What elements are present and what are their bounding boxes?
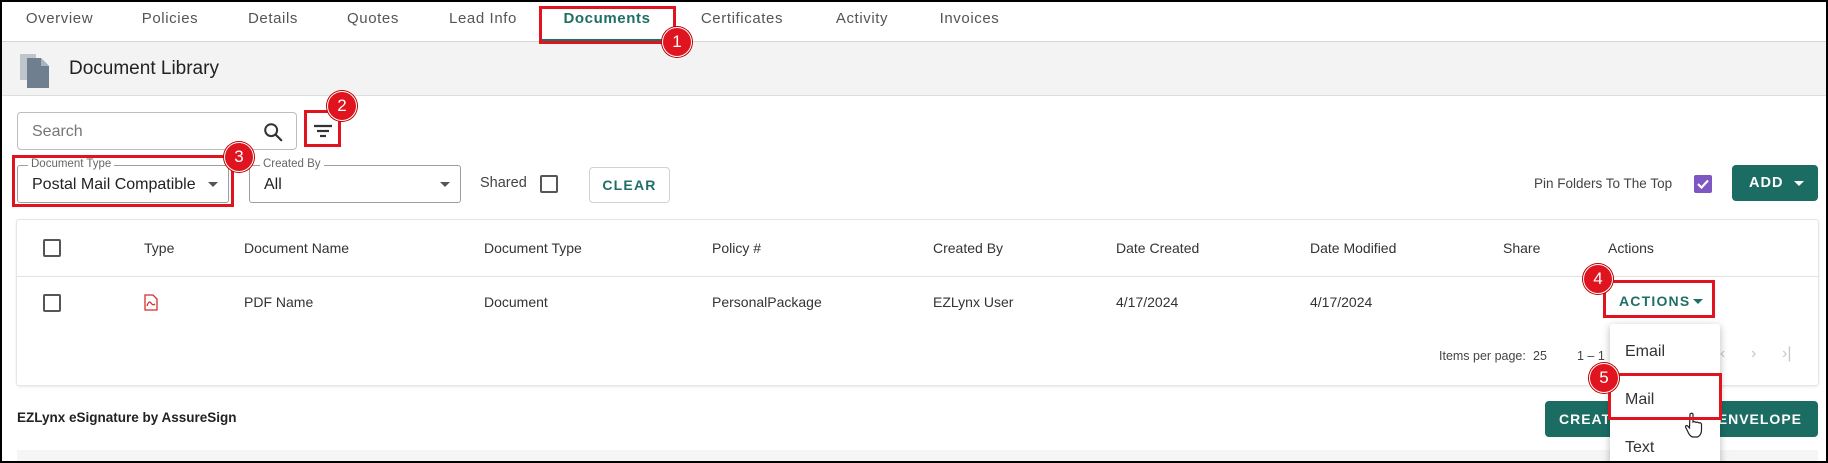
pin-folders-checkbox[interactable]: [1694, 175, 1712, 193]
library-header: Document Library: [2, 42, 1826, 96]
column-header-document-name[interactable]: Document Name: [244, 240, 349, 256]
select-all-checkbox[interactable]: [43, 239, 61, 257]
created-by-label: Created By: [260, 158, 324, 171]
search-box: [17, 112, 297, 150]
pin-folders-label: Pin Folders To The Top: [1534, 176, 1673, 191]
callout-badge-5: 5: [1589, 363, 1619, 393]
callout-box-document-type: [12, 155, 234, 207]
column-header-date-modified[interactable]: Date Modified: [1310, 240, 1396, 256]
previous-page-icon[interactable]: ‹: [1720, 345, 1725, 363]
search-icon[interactable]: [262, 121, 284, 143]
esign-panel: [17, 450, 1818, 461]
column-header-type[interactable]: Type: [144, 240, 174, 256]
header-divider: [17, 276, 1818, 277]
created-by-value: All: [264, 176, 282, 193]
row-checkbox[interactable]: [43, 294, 61, 312]
create-envelope-label-start: CREAT: [1559, 411, 1612, 427]
column-header-policy[interactable]: Policy #: [712, 240, 761, 256]
shared-checkbox[interactable]: [540, 175, 558, 193]
cell-policy: PersonalPackage: [712, 294, 822, 310]
pdf-icon: [144, 294, 158, 311]
column-header-created-by[interactable]: Created By: [933, 240, 1003, 256]
column-header-share: Share: [1503, 240, 1541, 256]
next-page-icon[interactable]: ›: [1751, 345, 1756, 363]
add-button-label: ADD: [1749, 175, 1784, 191]
tab-quotes[interactable]: Quotes: [338, 2, 408, 42]
callout-badge-4: 4: [1583, 264, 1613, 294]
page-range: 1 – 1: [1577, 349, 1605, 363]
esign-title: EZLynx eSignature by AssureSign: [17, 410, 237, 425]
cell-document-name[interactable]: PDF Name: [244, 294, 313, 310]
cell-document-type: Document: [484, 294, 548, 310]
shared-label: Shared: [480, 175, 527, 191]
tab-invoices[interactable]: Invoices: [932, 2, 1007, 42]
created-by-select[interactable]: Created By All: [249, 158, 461, 203]
add-button[interactable]: ADD: [1732, 165, 1818, 201]
tab-details[interactable]: Details: [238, 2, 308, 42]
cell-date-modified: 4/17/2024: [1310, 294, 1373, 310]
tab-certificates[interactable]: Certificates: [692, 2, 792, 42]
app-frame: Overview Policies Details Quotes Lead In…: [0, 0, 1828, 463]
tab-bar: Overview Policies Details Quotes Lead In…: [2, 2, 1826, 42]
column-header-date-created[interactable]: Date Created: [1116, 240, 1199, 256]
cell-created-by: EZLynx User: [933, 294, 1014, 310]
chevron-down-icon: [440, 182, 450, 187]
cell-date-created: 4/17/2024: [1116, 294, 1179, 310]
search-input[interactable]: [32, 121, 252, 143]
clear-button[interactable]: CLEAR: [589, 167, 670, 203]
callout-box-mail: [1608, 373, 1722, 420]
tab-policies[interactable]: Policies: [130, 2, 210, 42]
tab-overview[interactable]: Overview: [12, 2, 107, 42]
last-page-icon[interactable]: ›|: [1782, 345, 1791, 363]
callout-box-actions: [1603, 280, 1715, 318]
menu-item-email[interactable]: Email: [1610, 330, 1720, 374]
page-title: Document Library: [69, 58, 219, 79]
callout-badge-3: 3: [224, 142, 254, 172]
create-envelope-label-end: ENVELOPE: [1717, 411, 1802, 427]
documents-icon: [20, 54, 49, 88]
items-per-page-select[interactable]: 25: [1533, 349, 1547, 363]
chevron-down-icon: [1794, 181, 1804, 186]
items-per-page-label: Items per page:: [1439, 349, 1526, 363]
tab-lead-info[interactable]: Lead Info: [438, 2, 528, 42]
callout-badge-1: 1: [662, 27, 692, 57]
callout-box-documents-tab: [539, 6, 676, 44]
callout-badge-2: 2: [327, 91, 357, 121]
tab-activity[interactable]: Activity: [827, 2, 897, 42]
column-header-document-type[interactable]: Document Type: [484, 240, 582, 256]
column-header-actions: Actions: [1608, 240, 1654, 256]
